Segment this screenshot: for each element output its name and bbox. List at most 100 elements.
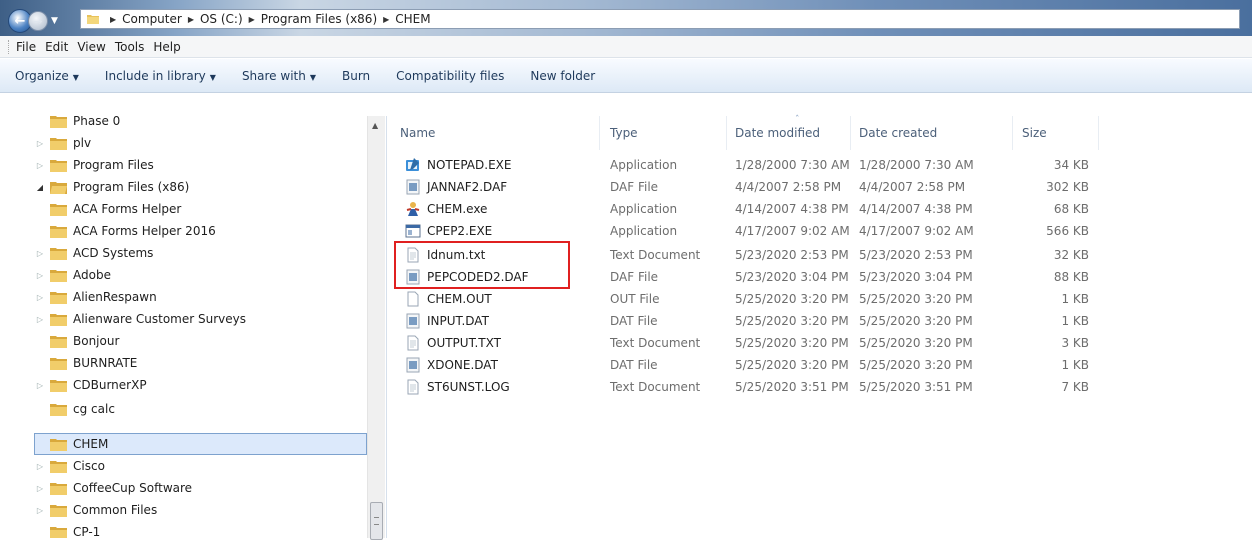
file-date-modified: 5/23/2020 3:04 PM [735, 270, 849, 284]
collapse-arrow-icon[interactable]: ◢ [35, 183, 45, 192]
file-size: 1 KB [1061, 292, 1089, 306]
column-header-date-modified[interactable]: Date modified [727, 116, 851, 150]
recent-pages-chevron-down-icon[interactable]: ▼ [51, 16, 58, 26]
navigation-buttons: ← → ▼ [8, 9, 58, 33]
navigation-pane: Phase 0 ▷ plv ▷ Program Files ◢ Program … [0, 116, 387, 538]
tree-item[interactable]: cg calc [50, 398, 115, 420]
file-row[interactable]: CHEM.OUT OUT File 5/25/2020 3:20 PM 5/25… [387, 288, 1252, 310]
column-header-name[interactable]: Name [387, 116, 600, 150]
folder-icon [50, 225, 67, 238]
expand-arrow-icon[interactable]: ▷ [35, 139, 45, 148]
expand-arrow-icon[interactable]: ▷ [35, 381, 45, 390]
tree-item[interactable]: BURNRATE [50, 352, 137, 374]
breadcrumb-chem[interactable]: CHEM [395, 12, 430, 26]
notepad-icon [406, 158, 419, 171]
scrollbar-thumb[interactable] [370, 502, 383, 540]
folder-icon [50, 482, 67, 495]
tree-item-selected[interactable]: CHEM [50, 433, 108, 455]
file-row[interactable]: JANNAF2.DAF DAF File 4/4/2007 2:58 PM 4/… [387, 176, 1252, 198]
tree-item-label: plv [73, 136, 92, 150]
menu-file[interactable]: File [16, 40, 36, 54]
tree-item[interactable]: ▷ CoffeeCup Software [37, 477, 192, 499]
file-date-modified: 5/25/2020 3:20 PM [735, 314, 849, 328]
column-header-date-created[interactable]: Date created [851, 116, 1013, 150]
file-name: CHEM.OUT [427, 292, 492, 306]
file-row[interactable]: CHEM.exe Application 4/14/2007 4:38 PM 4… [387, 198, 1252, 220]
menu-tools[interactable]: Tools [115, 40, 145, 54]
organize-button[interactable]: Organize ▼ [15, 69, 79, 83]
tree-item[interactable]: ACA Forms Helper [50, 198, 181, 220]
expand-arrow-icon[interactable]: ▷ [35, 484, 45, 493]
file-date-created: 5/25/2020 3:51 PM [859, 380, 973, 394]
file-date-created: 5/25/2020 3:20 PM [859, 358, 973, 372]
tree-item-label: CHEM [73, 437, 109, 451]
breadcrumb-os-drive[interactable]: OS (C:) [200, 12, 243, 26]
menu-edit[interactable]: Edit [45, 40, 68, 54]
menu-grip [8, 39, 12, 54]
tree-scrollbar[interactable]: ▲ [367, 116, 385, 540]
chevron-down-icon: ▼ [209, 72, 216, 82]
file-date-created: 5/25/2020 3:20 PM [859, 314, 973, 328]
menu-bar: File Edit View Tools Help [0, 36, 1252, 58]
tree-item[interactable]: CP-1 [50, 521, 100, 538]
expand-arrow-icon[interactable]: ▷ [35, 506, 45, 515]
forward-arrow-icon[interactable]: → [28, 11, 48, 31]
tree-item[interactable]: ▷ Program Files [35, 154, 154, 176]
file-row[interactable]: INPUT.DAT DAT File 5/25/2020 3:20 PM 5/2… [387, 310, 1252, 332]
tree-item[interactable]: ▷ Cisco [37, 455, 105, 477]
data-file-icon [406, 313, 420, 329]
tree-item[interactable]: ▷ ACD Systems [37, 242, 154, 264]
tree-item-label: Cisco [73, 459, 105, 473]
new-folder-button[interactable]: New folder [530, 69, 595, 83]
tree-item[interactable]: Phase 0 [50, 116, 120, 132]
expand-arrow-icon[interactable]: ▷ [35, 249, 45, 258]
tree-item-label: Program Files (x86) [73, 180, 190, 194]
share-with-button[interactable]: Share with ▼ [242, 69, 316, 83]
breadcrumb-computer[interactable]: Computer [122, 12, 182, 26]
file-row[interactable]: NOTEPAD.EXE Application 1/28/2000 7:30 A… [387, 154, 1252, 176]
scroll-up-arrow-icon[interactable]: ▲ [372, 121, 378, 130]
file-size: 1 KB [1061, 314, 1089, 328]
file-row[interactable]: ST6UNST.LOG Text Document 5/25/2020 3:51… [387, 376, 1252, 398]
tree-item[interactable]: ▷ Alienware Customer Surveys [37, 308, 246, 330]
file-row[interactable]: XDONE.DAT DAT File 5/25/2020 3:20 PM 5/2… [387, 354, 1252, 376]
breadcrumb-separator-icon[interactable]: ▶ [249, 15, 255, 24]
expand-arrow-icon[interactable]: ▷ [35, 293, 45, 302]
file-name: OUTPUT.TXT [427, 336, 501, 350]
menu-view[interactable]: View [77, 40, 105, 54]
file-size: 566 KB [1046, 224, 1089, 238]
tree-item[interactable]: ▷ AlienRespawn [37, 286, 157, 308]
burn-button[interactable]: Burn [342, 69, 370, 83]
column-header-type[interactable]: Type [600, 116, 727, 150]
breadcrumb-separator-icon[interactable]: ▶ [188, 15, 194, 24]
annotation-highlight-box [394, 241, 570, 289]
tree-item[interactable]: ACA Forms Helper 2016 [50, 220, 216, 242]
breadcrumb-separator-icon[interactable]: ▶ [383, 15, 389, 24]
folder-icon [50, 116, 67, 128]
file-row[interactable]: CPEP2.EXE Application 4/17/2007 9:02 AM … [387, 220, 1252, 242]
menu-help[interactable]: Help [153, 40, 180, 54]
tree-item[interactable]: ◢ Program Files (x86) [35, 176, 189, 198]
column-header-size[interactable]: Size [1013, 116, 1099, 150]
file-row[interactable]: OUTPUT.TXT Text Document 5/25/2020 3:20 … [387, 332, 1252, 354]
tree-item[interactable]: Bonjour [50, 330, 119, 352]
tree-item-label: ACA Forms Helper 2016 [73, 224, 216, 238]
tree-item[interactable]: ▷ CDBurnerXP [37, 374, 147, 396]
folder-icon [50, 403, 67, 416]
folder-icon [50, 335, 67, 348]
compatibility-files-button[interactable]: Compatibility files [396, 69, 504, 83]
address-bar[interactable]: ▶ Computer ▶ OS (C:) ▶ Program Files (x8… [80, 9, 1240, 29]
tree-item[interactable]: ▷ Common Files [37, 499, 157, 521]
tree-item[interactable]: ▷ Adobe [37, 264, 111, 286]
expand-arrow-icon[interactable]: ▷ [35, 161, 45, 170]
expand-arrow-icon[interactable]: ▷ [35, 271, 45, 280]
file-name: INPUT.DAT [427, 314, 489, 328]
include-in-library-button[interactable]: Include in library ▼ [105, 69, 216, 83]
tree-item[interactable]: ▷ plv [35, 132, 91, 154]
expand-arrow-icon[interactable]: ▷ [35, 462, 45, 471]
text-file-icon [407, 379, 419, 395]
breadcrumb-program-files-x86[interactable]: Program Files (x86) [261, 12, 377, 26]
folder-icon [50, 203, 67, 216]
breadcrumb-separator-icon: ▶ [110, 14, 117, 24]
expand-arrow-icon[interactable]: ▷ [35, 315, 45, 324]
